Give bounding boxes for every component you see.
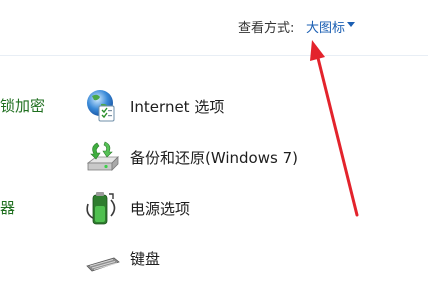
item-label: Internet 选项 (130, 98, 225, 116)
item-backup-restore[interactable]: 备份和还原(Windows 7) (84, 139, 384, 175)
internet-options-icon (87, 90, 115, 122)
item-label: 电源选项 (130, 200, 191, 218)
power-options-icon (86, 192, 116, 225)
header-divider (0, 55, 428, 56)
control-panel-header: 查看方式: 大图标 (0, 0, 428, 55)
left-column-item-partial-2[interactable]: 器 (0, 197, 15, 218)
left-column-item-partial-1[interactable]: 锁加密 (0, 95, 45, 116)
chevron-down-icon[interactable] (347, 22, 355, 27)
backup-restore-icon (86, 141, 119, 171)
item-label: 备份和还原(Windows 7) (130, 149, 298, 167)
item-label: 键盘 (130, 250, 161, 268)
view-by-label: 查看方式: (238, 21, 295, 36)
item-keyboard[interactable]: 键盘 (84, 240, 384, 276)
item-internet-options[interactable]: Internet 选项 (84, 88, 384, 124)
keyboard-icon (86, 257, 120, 272)
item-power-options[interactable]: 电源选项 (84, 190, 384, 226)
view-by-dropdown[interactable]: 大图标 (306, 17, 345, 36)
